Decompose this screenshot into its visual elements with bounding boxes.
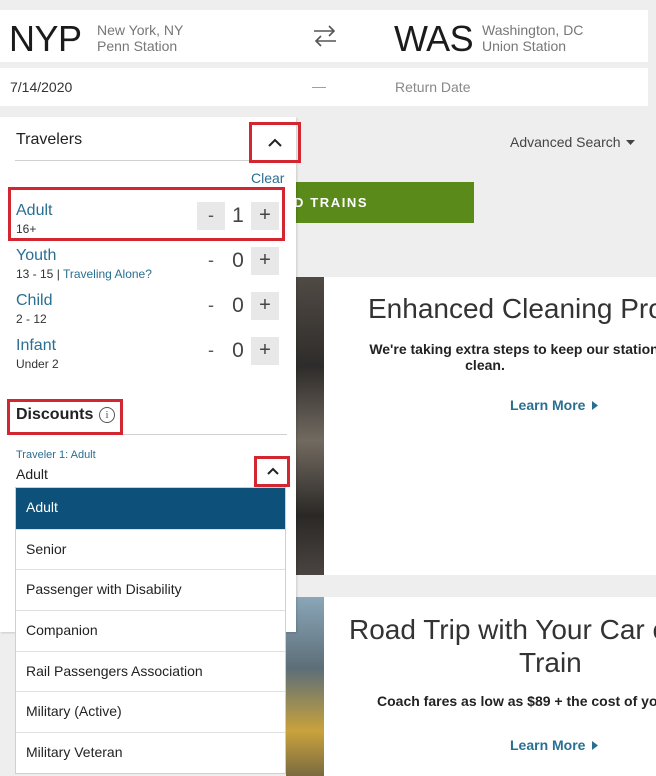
dest-station-name: Union Station xyxy=(482,38,567,54)
traveler-count: 0 xyxy=(232,339,244,362)
caret-right-icon xyxy=(592,401,599,410)
advanced-search-link[interactable]: Advanced Search xyxy=(510,134,636,150)
divider xyxy=(15,434,287,435)
dest-station[interactable]: Washington, DC Union Station xyxy=(482,22,583,54)
clear-button[interactable]: Clear xyxy=(251,170,284,186)
traveler-row-infant: Infant Under 2 - 0 + xyxy=(0,337,296,377)
caret-down-icon xyxy=(626,140,636,146)
discounts-title: Discounts xyxy=(16,406,94,423)
learn-more-label: Learn More xyxy=(510,397,586,413)
traveler-age: Under 2 xyxy=(16,357,59,371)
discount-dropdown: Adult Senior Passenger with Disability C… xyxy=(15,487,286,774)
origin-station[interactable]: New York, NY Penn Station xyxy=(97,22,183,54)
decrement-button[interactable]: - xyxy=(197,247,225,275)
traveler-label: Infant xyxy=(16,337,57,354)
date-bar: 7/14/2020 — Return Date xyxy=(0,68,648,106)
decrement-button[interactable]: - xyxy=(197,337,225,365)
discount-option-adult[interactable]: Adult xyxy=(16,488,285,529)
travelers-title: Travelers xyxy=(16,131,83,148)
traveler-label: Adult xyxy=(16,202,53,219)
caret-right-icon xyxy=(592,741,599,750)
traveler-row-youth: Youth 13 - 15 | Traveling Alone? - 0 + xyxy=(0,247,296,287)
traveler-age: 13 - 15 | Traveling Alone? xyxy=(16,267,152,281)
increment-button[interactable]: + xyxy=(251,247,279,275)
discount-option-military-veteran[interactable]: Military Veteran xyxy=(16,732,285,773)
learn-more-link[interactable]: Learn More xyxy=(510,737,599,753)
promo-title: Enhanced Cleaning Pro xyxy=(368,293,656,324)
discount-option-senior[interactable]: Senior xyxy=(16,528,285,570)
increment-button[interactable]: + xyxy=(251,202,279,230)
learn-more-label: Learn More xyxy=(510,737,586,753)
promo-body: We're taking extra steps to keep our sta… xyxy=(364,341,656,373)
traveler-count: 0 xyxy=(232,249,244,272)
decrement-button[interactable]: - xyxy=(197,202,225,230)
traveler-age: 16+ xyxy=(16,222,37,236)
origin-city: New York, NY xyxy=(97,22,184,38)
promo-body: Coach fares as low as $89 + the cost of … xyxy=(377,693,656,709)
discount-option-rail-passengers[interactable]: Rail Passengers Association xyxy=(16,650,285,692)
promo-card-cleaning: Enhanced Cleaning Pro We're taking extra… xyxy=(324,277,656,575)
traveler-row-child: Child 2 - 12 - 0 + xyxy=(0,292,296,332)
traveler-label: Child xyxy=(16,292,53,309)
decrement-button[interactable]: - xyxy=(197,292,225,320)
learn-more-link[interactable]: Learn More xyxy=(510,397,599,413)
promo-title-line2: Train xyxy=(519,647,582,678)
discount-option-military-active[interactable]: Military (Active) xyxy=(16,691,285,732)
advanced-search-label: Advanced Search xyxy=(510,134,621,150)
promo-body-line: clean. xyxy=(465,357,505,373)
promo-title: Road Trip with Your Car o xyxy=(349,614,656,645)
promo-body-line: We're taking extra steps to keep our sta… xyxy=(369,341,656,357)
date-separator: — xyxy=(312,78,326,94)
divider xyxy=(15,160,287,161)
dest-code[interactable]: WAS xyxy=(394,18,474,60)
chevron-up-icon[interactable] xyxy=(264,462,282,480)
promo-card-roadtrip: Road Trip with Your Car o Train Coach fa… xyxy=(324,597,656,776)
traveler-age-text: 13 - 15 | xyxy=(16,267,63,281)
info-icon[interactable]: i xyxy=(99,407,115,423)
discount-option-disability[interactable]: Passenger with Disability xyxy=(16,569,285,610)
traveler-age: 2 - 12 xyxy=(16,312,47,326)
chevron-up-icon[interactable] xyxy=(264,132,286,154)
swap-arrows-icon[interactable] xyxy=(310,22,340,50)
find-trains-button[interactable]: D TRAINS xyxy=(282,182,474,223)
traveler-count: 0 xyxy=(232,294,244,317)
traveler-row-adult: Adult 16+ - 1 + xyxy=(0,202,296,242)
origin-station-name: Penn Station xyxy=(97,38,178,54)
discount-option-companion[interactable]: Companion xyxy=(16,610,285,651)
return-date-field[interactable]: Return Date xyxy=(395,79,470,95)
dest-city: Washington, DC xyxy=(482,22,584,38)
discount-traveler-label: Traveler 1: Adult xyxy=(16,449,96,461)
discount-select-value[interactable]: Adult xyxy=(16,466,48,482)
increment-button[interactable]: + xyxy=(251,292,279,320)
traveler-label: Youth xyxy=(16,247,57,264)
depart-date[interactable]: 7/14/2020 xyxy=(10,79,72,95)
origin-code[interactable]: NYP xyxy=(9,18,82,60)
traveling-alone-link[interactable]: Traveling Alone? xyxy=(63,267,152,281)
increment-button[interactable]: + xyxy=(251,337,279,365)
route-bar: NYP New York, NY Penn Station WAS Washin… xyxy=(0,10,648,62)
traveler-count: 1 xyxy=(232,204,244,227)
